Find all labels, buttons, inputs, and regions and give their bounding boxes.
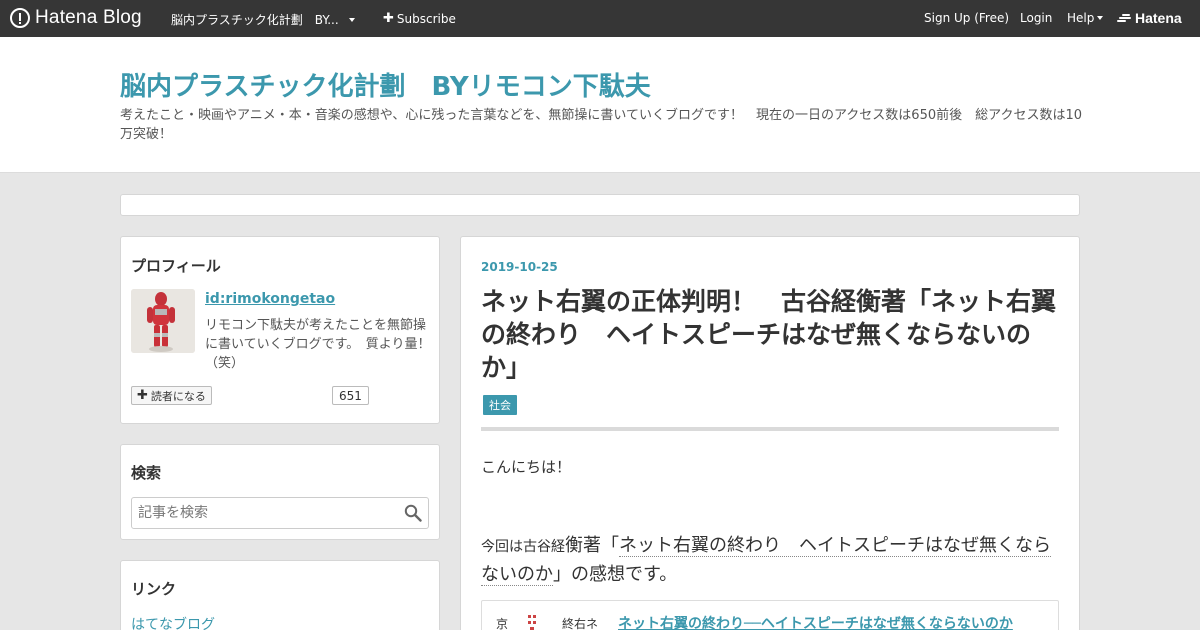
profile-module: プロフィール id:rimokongetao リモコン下駄夫が考えたことを無節操…: [120, 236, 440, 424]
links-module: リンク はてなブログ: [120, 560, 440, 630]
profile-description: リモコン下駄夫が考えたことを無節操に書いていくブログです。 質より量！（笑）: [205, 318, 431, 371]
hatena-blog-logo-text: Hatena Blog: [35, 7, 142, 28]
book-embed-card: 京 終右ネ ネット右翼の終わり──ヘイトスピーチはなぜ無くならないのか: [481, 600, 1059, 630]
profile-user-id-link[interactable]: id:rimokongetao: [205, 291, 335, 307]
hatena-lines-icon: [1117, 13, 1131, 23]
book-title-link[interactable]: ネット右翼の終わり──ヘイトスピーチはなぜ無くならないのか: [618, 613, 1013, 630]
blog-selector[interactable]: 脳内プラスチック化計劃 BY...: [171, 11, 355, 28]
search-input[interactable]: [132, 498, 400, 528]
subscribe-link[interactable]: ✚ Subscribe: [383, 11, 456, 26]
book-cover-icon: [528, 615, 536, 630]
embed-publisher-label: 京: [496, 617, 509, 630]
sign-up-link[interactable]: Sign Up (Free): [924, 11, 1009, 25]
entry-divider: [481, 427, 1059, 431]
entry-paragraph-tail: 」の感想です。: [553, 564, 678, 585]
blog-header: 脳内プラスチック化計劃 BYリモコン下駄夫 考えたこと・映画やアニメ・本・音楽の…: [0, 37, 1200, 173]
global-header: Hatena Blog 脳内プラスチック化計劃 BY... ✚ Subscrib…: [0, 0, 1200, 37]
top-module-strip: [120, 194, 1080, 216]
embed-cover-title: 終右ネ: [562, 617, 599, 630]
blog-description: 考えたこと・映画やアニメ・本・音楽の感想や、心に残った言葉などを、無節操に書いて…: [120, 108, 1083, 142]
blog-selector-label: 脳内プラスチック化計劃 BY...: [171, 13, 339, 27]
hatena-blog-logo[interactable]: Hatena Blog: [10, 7, 142, 29]
entry-date-link[interactable]: 2019-10-25: [481, 260, 558, 274]
entry-title[interactable]: ネット右翼の正体判明！ 古谷経衡著「ネット右翼の終わり ヘイトスピーチはなぜ無く…: [481, 285, 1061, 384]
subscribe-label: Subscribe: [396, 11, 456, 26]
subscriber-count: 651: [332, 386, 369, 405]
entry-paragraph-mid: 衡著「: [565, 535, 619, 556]
blog-title[interactable]: 脳内プラスチック化計劃 BYリモコン下駄夫: [120, 66, 651, 103]
avatar[interactable]: [131, 289, 195, 353]
plus-icon: ✚: [137, 388, 148, 403]
login-link[interactable]: Login: [1020, 11, 1052, 25]
avatar-figure-image: [131, 289, 195, 353]
link-hatena-blog[interactable]: はてなブログ: [131, 614, 215, 630]
exclamation-logo-icon: [10, 8, 30, 28]
links-heading: リンク: [131, 580, 177, 598]
entry-article: 2019-10-25 ネット右翼の正体判明！ 古谷経衡著「ネット右翼の終わり ヘ…: [460, 236, 1080, 630]
entry-paragraph-lead: 今回は古谷経: [481, 539, 565, 555]
search-heading: 検索: [131, 464, 162, 482]
hatena-logo-text: Hatena: [1135, 10, 1182, 26]
search-field: [131, 497, 429, 529]
help-menu[interactable]: Help: [1067, 11, 1104, 25]
caret-down-icon: [1097, 16, 1104, 20]
entry-greeting: こんにちは！: [481, 458, 572, 476]
search-module: 検索: [120, 444, 440, 540]
reader-subscribe-button[interactable]: ✚ 読者になる: [131, 386, 212, 405]
search-icon[interactable]: [404, 504, 422, 522]
hatena-logo[interactable]: Hatena: [1117, 10, 1182, 26]
reader-subscribe-label: 読者になる: [150, 389, 206, 403]
help-label: Help: [1067, 11, 1095, 25]
entry-paragraph: 今回は古谷経衡著「ネット右翼の終わり ヘイトスピーチはなぜ無くならないのか」の感…: [481, 532, 1061, 588]
caret-down-icon: [348, 17, 355, 22]
plus-icon: ✚: [383, 11, 394, 26]
profile-heading: プロフィール: [131, 257, 221, 275]
category-badge[interactable]: 社会: [483, 395, 517, 415]
